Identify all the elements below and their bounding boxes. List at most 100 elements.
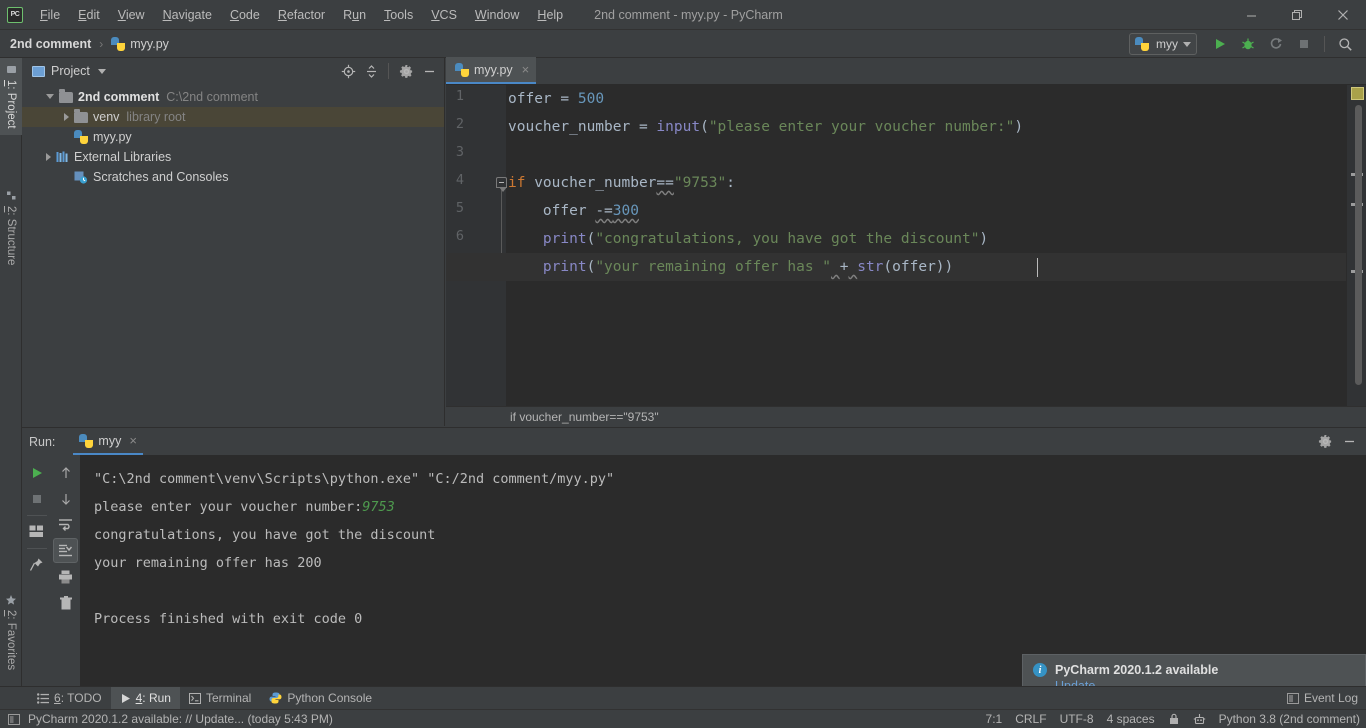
bottom-tab-terminal[interactable]: Terminal xyxy=(180,687,260,710)
toolbar-divider xyxy=(27,548,47,549)
tree-item-project-root[interactable]: 2nd comment C:\2nd comment xyxy=(22,87,444,107)
lock-icon[interactable] xyxy=(1168,713,1180,725)
bottom-tab-run-label: 4: Run xyxy=(136,691,171,705)
python-file-icon xyxy=(455,63,469,77)
debug-icon[interactable] xyxy=(1235,31,1261,57)
bottom-tab-python-console[interactable]: Python Console xyxy=(260,687,381,710)
soft-wrap-icon[interactable] xyxy=(53,512,78,537)
inspection-status-icon[interactable] xyxy=(1351,87,1364,100)
maximize-icon[interactable] xyxy=(1274,0,1320,30)
breadcrumb-project[interactable]: 2nd comment xyxy=(6,30,95,58)
coverage-icon[interactable] xyxy=(1263,31,1289,57)
run-tab-myy[interactable]: myy × xyxy=(73,428,143,455)
editor-scrollbar[interactable] xyxy=(1355,105,1362,385)
code-text[interactable]: offer = 500 voucher_number = input("plea… xyxy=(508,85,1346,426)
caret-position-indicator[interactable]: 7:1 xyxy=(986,712,1003,726)
todo-icon xyxy=(37,693,49,704)
structure-icon xyxy=(6,190,17,201)
sidebar-tab-structure-label: 2: Structure xyxy=(5,206,17,265)
line-separator-indicator[interactable]: CRLF xyxy=(1015,712,1046,726)
fold-collapse-icon[interactable] xyxy=(496,177,507,188)
text-caret xyxy=(1037,258,1038,277)
code-editor[interactable]: 1 2 3 4 5 6 7 offer = 500 voucher_number… xyxy=(446,85,1366,426)
sidebar-tab-favorites[interactable]: 2: Favorites xyxy=(0,588,22,676)
star-icon xyxy=(6,594,17,605)
up-arrow-icon[interactable] xyxy=(53,460,78,485)
menu-item-tools[interactable]: Tools xyxy=(375,0,422,30)
locate-icon[interactable] xyxy=(337,60,359,82)
gear-icon[interactable] xyxy=(1314,431,1336,453)
gear-icon[interactable] xyxy=(395,60,417,82)
menu-item-navigate[interactable]: Navigate xyxy=(154,0,221,30)
bottom-tab-run[interactable]: 4: Run xyxy=(111,687,180,710)
chevron-right-icon[interactable] xyxy=(64,113,69,121)
run-configuration-selector[interactable]: myy xyxy=(1129,33,1197,55)
terminal-icon xyxy=(189,693,201,704)
trash-icon[interactable] xyxy=(53,590,78,615)
hide-icon[interactable] xyxy=(418,60,440,82)
menu-item-refactor[interactable]: Refactor xyxy=(269,0,334,30)
breadcrumb-file[interactable]: myy.py xyxy=(107,30,173,58)
ide-icon xyxy=(8,714,20,725)
menu-item-vcs[interactable]: VCS xyxy=(422,0,466,30)
tree-item-scratches-and-consoles[interactable]: Scratches and Consoles xyxy=(22,167,444,187)
hide-icon[interactable] xyxy=(1338,431,1360,453)
editor-marker-bar[interactable] xyxy=(1346,85,1366,426)
status-message[interactable]: PyCharm 2020.1.2 available: // Update...… xyxy=(28,712,333,726)
navbar-toolbar: myy xyxy=(1129,30,1358,58)
close-icon[interactable] xyxy=(1320,0,1366,30)
toolbar-divider xyxy=(388,63,389,79)
menu-item-view[interactable]: View xyxy=(109,0,154,30)
menu-item-help[interactable]: Help xyxy=(528,0,572,30)
scroll-to-end-icon[interactable] xyxy=(53,538,78,563)
close-icon[interactable]: × xyxy=(522,63,530,76)
editor-tab-label: myy.py xyxy=(474,63,513,77)
collapse-all-icon[interactable] xyxy=(360,60,382,82)
indent-indicator[interactable]: 4 spaces xyxy=(1107,712,1155,726)
menu-item-window[interactable]: Window xyxy=(466,0,528,30)
editor-breadcrumb[interactable]: if voucher_number=="9753" xyxy=(446,406,1366,427)
menu-item-edit[interactable]: Edit xyxy=(69,0,109,30)
project-icon xyxy=(32,66,45,77)
pin-icon[interactable] xyxy=(24,552,49,577)
run-console-output[interactable]: "C:\2nd comment\venv\Scripts\python.exe"… xyxy=(80,455,1366,687)
tree-item-venv[interactable]: venv library root xyxy=(22,107,444,127)
run-tools-column-right xyxy=(51,455,80,687)
stop-icon[interactable] xyxy=(24,486,49,511)
menu-item-run[interactable]: Run xyxy=(334,0,375,30)
editor-tab-myy-py[interactable]: myy.py × xyxy=(446,57,536,84)
library-icon xyxy=(56,151,69,163)
event-log-label: Event Log xyxy=(1304,691,1358,705)
print-icon[interactable] xyxy=(53,564,78,589)
minimize-icon[interactable] xyxy=(1228,0,1274,30)
menu-item-code[interactable]: Code xyxy=(221,0,269,30)
encoding-indicator[interactable]: UTF-8 xyxy=(1060,712,1094,726)
chevron-down-icon[interactable] xyxy=(98,69,106,74)
line-number: 2 xyxy=(438,116,464,132)
code-line-6: print("congratulations, you have got the… xyxy=(508,225,988,253)
status-bar: PyCharm 2020.1.2 available: // Update...… xyxy=(0,709,1366,728)
interpreter-indicator[interactable]: Python 3.8 (2nd comment) xyxy=(1219,712,1360,726)
stop-icon[interactable] xyxy=(1291,31,1317,57)
python-file-icon xyxy=(111,37,125,51)
layout-icon[interactable] xyxy=(24,519,49,544)
event-log-button[interactable]: Event Log xyxy=(1287,691,1358,705)
close-icon[interactable]: × xyxy=(129,433,137,448)
sidebar-tab-project[interactable]: 1: Project xyxy=(0,58,22,135)
bottom-tab-todo[interactable]: 6: TODO xyxy=(28,687,111,710)
editor-breadcrumb-label: if voucher_number=="9753" xyxy=(510,410,659,424)
search-icon[interactable] xyxy=(1332,31,1358,57)
run-icon[interactable] xyxy=(1207,31,1233,57)
down-arrow-icon[interactable] xyxy=(53,486,78,511)
chevron-right-icon[interactable] xyxy=(46,153,51,161)
console-prompt-text: please enter your voucher number: xyxy=(94,499,362,515)
info-icon: i xyxy=(1033,663,1047,677)
menu-item-file[interactable]: File xyxy=(31,0,69,30)
rerun-icon[interactable] xyxy=(24,460,49,485)
tree-item-external-libraries[interactable]: External Libraries xyxy=(22,147,444,167)
tree-item-myy-py[interactable]: myy.py xyxy=(22,127,444,147)
chevron-down-icon[interactable] xyxy=(46,94,54,103)
inspector-icon[interactable] xyxy=(1193,713,1206,726)
sidebar-tab-structure[interactable]: 2: Structure xyxy=(0,184,22,271)
project-panel-toolbar xyxy=(337,60,440,82)
